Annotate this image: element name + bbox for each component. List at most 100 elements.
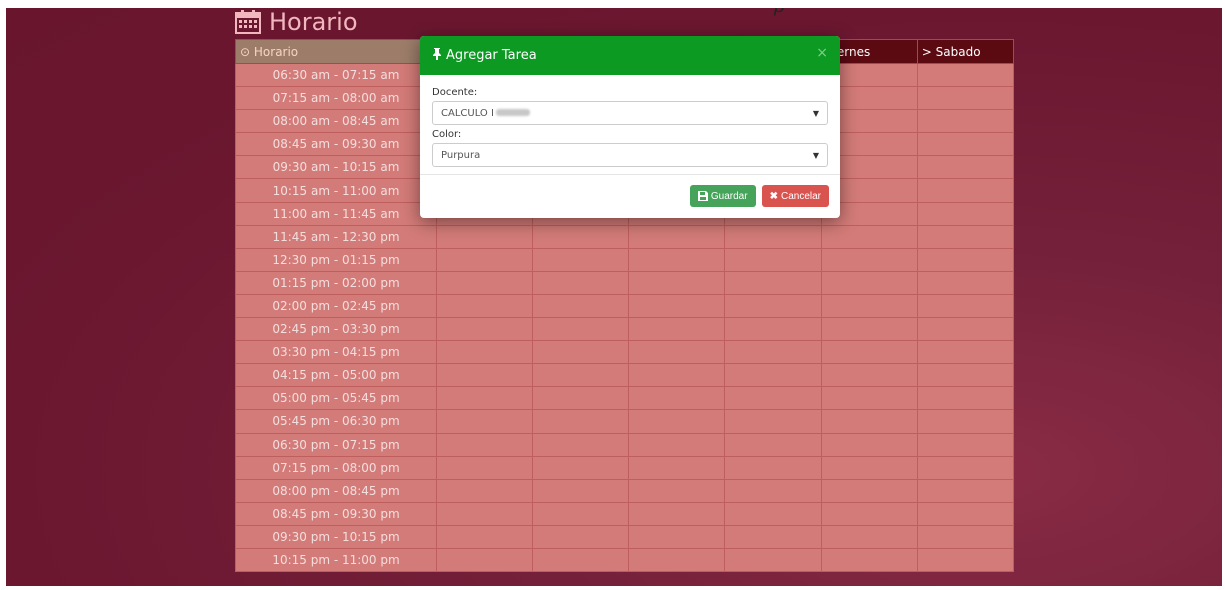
- schedule-cell[interactable]: [724, 317, 822, 342]
- schedule-cell[interactable]: [916, 224, 1015, 249]
- schedule-cell[interactable]: [628, 432, 726, 457]
- schedule-cell[interactable]: [532, 340, 630, 365]
- schedule-cell[interactable]: [435, 547, 534, 573]
- schedule-cell[interactable]: [724, 270, 822, 295]
- schedule-cell[interactable]: [435, 363, 534, 388]
- schedule-cell[interactable]: [532, 224, 630, 249]
- schedule-cell[interactable]: [820, 409, 918, 434]
- schedule-cell[interactable]: [628, 317, 726, 342]
- schedule-cell[interactable]: [820, 340, 918, 365]
- schedule-cell[interactable]: [916, 524, 1015, 549]
- schedule-cell[interactable]: [532, 501, 630, 526]
- schedule-cell[interactable]: [628, 386, 726, 411]
- schedule-cell[interactable]: [532, 478, 630, 503]
- schedule-cell[interactable]: [628, 363, 726, 388]
- schedule-cell[interactable]: [724, 293, 822, 319]
- schedule-cell[interactable]: [435, 409, 534, 434]
- schedule-cell[interactable]: [435, 478, 534, 503]
- schedule-cell[interactable]: [724, 478, 822, 503]
- schedule-cell[interactable]: [916, 109, 1015, 134]
- schedule-cell[interactable]: [820, 317, 918, 342]
- schedule-cell[interactable]: [820, 293, 918, 319]
- schedule-cell[interactable]: [532, 293, 630, 319]
- schedule-cell[interactable]: [820, 524, 918, 549]
- schedule-cell[interactable]: [820, 501, 918, 526]
- schedule-cell[interactable]: [916, 317, 1015, 342]
- schedule-cell[interactable]: [820, 247, 918, 272]
- schedule-cell[interactable]: [820, 478, 918, 503]
- schedule-cell[interactable]: [628, 547, 726, 573]
- schedule-cell[interactable]: [916, 293, 1015, 319]
- schedule-cell[interactable]: [628, 478, 726, 503]
- schedule-cell[interactable]: [532, 547, 630, 573]
- schedule-cell[interactable]: [435, 386, 534, 411]
- docente-select[interactable]: CALCULO I ▼: [432, 101, 828, 125]
- schedule-cell[interactable]: [916, 201, 1015, 226]
- save-button[interactable]: Guardar: [689, 185, 756, 207]
- schedule-cell[interactable]: [532, 317, 630, 342]
- schedule-cell[interactable]: [724, 386, 822, 411]
- schedule-cell[interactable]: [820, 386, 918, 411]
- schedule-cell[interactable]: [435, 224, 534, 249]
- schedule-cell[interactable]: [724, 409, 822, 434]
- schedule-cell[interactable]: [435, 501, 534, 526]
- schedule-cell[interactable]: [532, 432, 630, 457]
- schedule-cell[interactable]: [628, 524, 726, 549]
- schedule-cell[interactable]: [724, 432, 822, 457]
- schedule-cell[interactable]: [820, 455, 918, 480]
- schedule-cell[interactable]: [628, 247, 726, 272]
- schedule-cell[interactable]: [820, 224, 918, 249]
- schedule-cell[interactable]: [916, 409, 1015, 434]
- schedule-cell[interactable]: [724, 524, 822, 549]
- schedule-cell[interactable]: [532, 524, 630, 549]
- schedule-cell[interactable]: [916, 455, 1015, 480]
- cancel-button[interactable]: ✖ Cancelar: [761, 185, 829, 207]
- schedule-cell[interactable]: [916, 501, 1015, 526]
- schedule-cell[interactable]: [820, 432, 918, 457]
- color-select[interactable]: Purpura ▼: [432, 143, 828, 167]
- schedule-cell[interactable]: [916, 432, 1015, 457]
- schedule-cell[interactable]: [916, 247, 1015, 272]
- schedule-cell[interactable]: [724, 340, 822, 365]
- schedule-cell[interactable]: [532, 409, 630, 434]
- schedule-cell[interactable]: [916, 363, 1015, 388]
- schedule-cell[interactable]: [724, 455, 822, 480]
- schedule-cell[interactable]: [628, 455, 726, 480]
- schedule-cell[interactable]: [532, 270, 630, 295]
- schedule-cell[interactable]: [435, 455, 534, 480]
- schedule-cell[interactable]: [628, 293, 726, 319]
- schedule-cell[interactable]: [916, 386, 1015, 411]
- schedule-cell[interactable]: [532, 455, 630, 480]
- schedule-cell[interactable]: [724, 247, 822, 272]
- schedule-cell[interactable]: [628, 501, 726, 526]
- schedule-cell[interactable]: [916, 547, 1015, 573]
- schedule-cell[interactable]: [916, 340, 1015, 365]
- schedule-cell[interactable]: [628, 224, 726, 249]
- schedule-cell[interactable]: [435, 317, 534, 342]
- schedule-cell[interactable]: [916, 86, 1015, 111]
- schedule-cell[interactable]: [435, 524, 534, 549]
- schedule-cell[interactable]: [916, 270, 1015, 295]
- schedule-cell[interactable]: [724, 547, 822, 573]
- schedule-cell[interactable]: [916, 155, 1015, 180]
- schedule-cell[interactable]: [724, 224, 822, 249]
- schedule-cell[interactable]: [532, 247, 630, 272]
- schedule-cell[interactable]: [820, 270, 918, 295]
- schedule-cell[interactable]: [724, 363, 822, 388]
- schedule-cell[interactable]: [435, 340, 534, 365]
- schedule-cell[interactable]: [628, 409, 726, 434]
- schedule-cell[interactable]: [435, 293, 534, 319]
- schedule-cell[interactable]: [724, 501, 822, 526]
- schedule-cell[interactable]: [916, 178, 1015, 203]
- schedule-cell[interactable]: [820, 547, 918, 573]
- close-icon[interactable]: ×: [816, 45, 828, 61]
- schedule-cell[interactable]: [532, 363, 630, 388]
- schedule-cell[interactable]: [628, 270, 726, 295]
- schedule-cell[interactable]: [628, 340, 726, 365]
- schedule-cell[interactable]: [435, 432, 534, 457]
- schedule-cell[interactable]: [435, 270, 534, 295]
- schedule-cell[interactable]: [532, 386, 630, 411]
- schedule-cell[interactable]: [916, 478, 1015, 503]
- schedule-cell[interactable]: [435, 247, 534, 272]
- schedule-cell[interactable]: [916, 62, 1015, 88]
